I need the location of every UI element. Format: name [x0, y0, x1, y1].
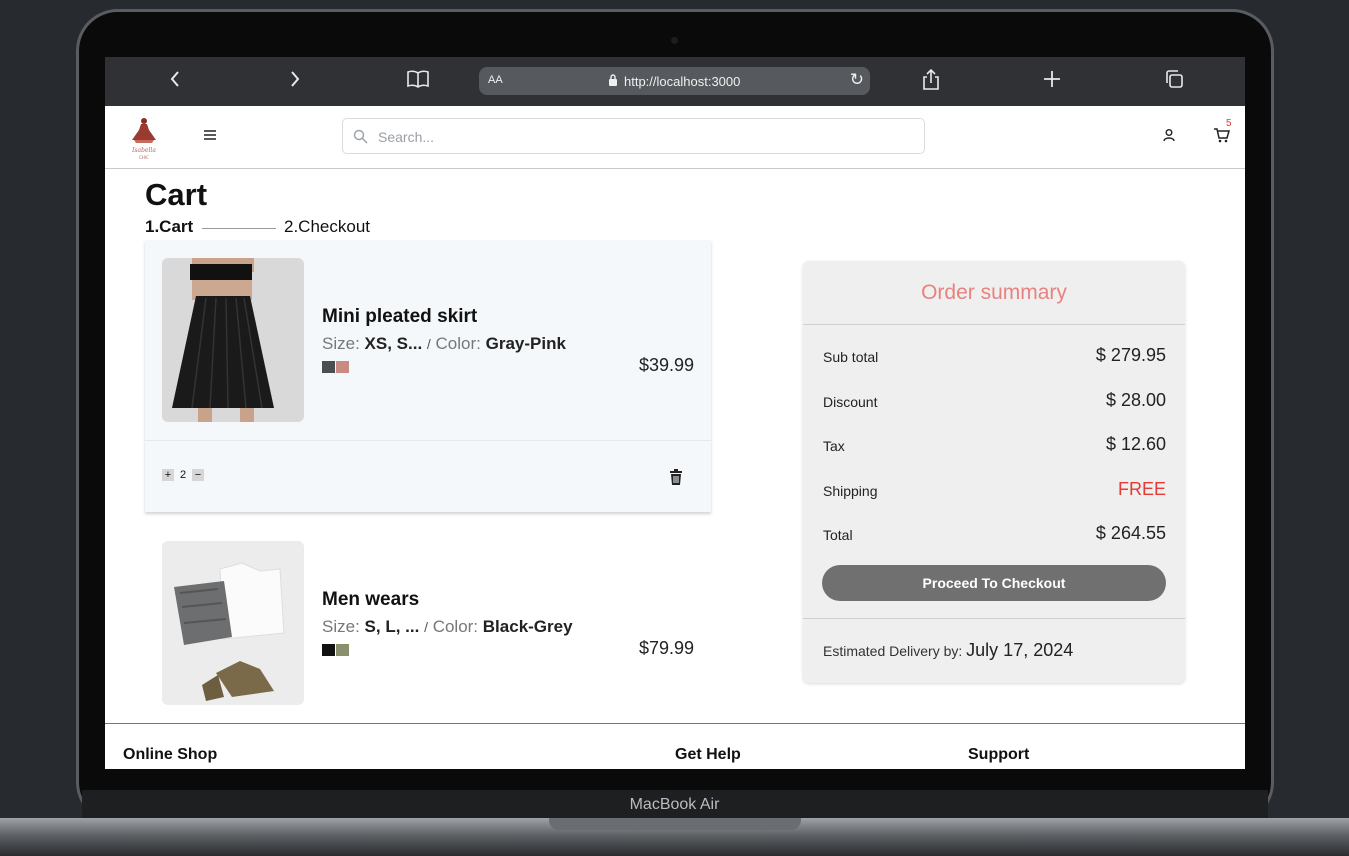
summary-divider [803, 324, 1185, 325]
book-icon [407, 70, 429, 88]
summary-label: Sub total [823, 349, 879, 365]
product-image-men-wears[interactable] [162, 541, 304, 705]
item-meta: Size: XS, S... / Color: Gray-Pink [322, 334, 566, 354]
color-swatch[interactable] [336, 644, 349, 656]
new-tab-button[interactable] [1039, 69, 1065, 93]
screen: AA http://localhost:3000 ↻ Isabella CHIC [105, 57, 1245, 769]
order-summary-card: Order summary Sub total $ 279.95 Discoun… [803, 261, 1185, 683]
item-name[interactable]: Men wears [322, 589, 419, 611]
item-meta: Size: S, L, ... / Color: Black-Grey [322, 617, 573, 637]
browser-toolbar: AA http://localhost:3000 ↻ [105, 57, 1245, 106]
search-icon [353, 129, 368, 144]
brand-logo[interactable]: Isabella CHIC [127, 116, 161, 162]
color-value: Gray-Pink [485, 334, 566, 353]
summary-value: $ 279.95 [1095, 345, 1166, 365]
color-swatch[interactable] [322, 644, 335, 656]
summary-value: $ 28.00 [1105, 390, 1166, 410]
item-price: $39.99 [638, 355, 694, 375]
bookmarks-button[interactable] [405, 69, 431, 93]
summary-label: Discount [823, 394, 878, 410]
size-label: Size: [322, 334, 360, 353]
meta-separator: / [424, 619, 428, 635]
forward-button[interactable] [282, 69, 308, 93]
reload-icon[interactable]: ↻ [850, 70, 864, 90]
svg-text:Isabella: Isabella [131, 147, 156, 154]
color-label: Color: [435, 334, 481, 353]
item-price: $79.99 [638, 638, 694, 658]
summary-row-discount: Discount $ 28.00 [823, 390, 1166, 410]
color-swatch[interactable] [336, 361, 349, 373]
delivery-label: Estimated Delivery by: [823, 643, 963, 659]
color-swatches [322, 643, 350, 661]
cart-item-card: Mini pleated skirt Size: XS, S... / Colo… [145, 240, 711, 512]
summary-value-free: FREE [1117, 479, 1166, 499]
estimated-delivery: Estimated Delivery by: July 17, 2024 [823, 640, 1073, 661]
search-box [342, 118, 925, 154]
chevron-left-icon [170, 71, 179, 87]
step-cart: 1.Cart [145, 217, 194, 236]
summary-row-shipping: Shipping FREE [823, 479, 1166, 499]
quantity-stepper: +2− [162, 469, 204, 482]
summary-label: Total [823, 527, 853, 543]
lock-icon [609, 74, 617, 86]
summary-label: Shipping [823, 483, 878, 499]
footer-heading-online-shop: Online Shop [123, 746, 218, 763]
trash-icon[interactable] [669, 469, 683, 485]
tabs-button[interactable] [1161, 69, 1187, 93]
menu-icon[interactable] [203, 128, 217, 142]
search-input[interactable] [378, 127, 898, 147]
proceed-to-checkout-button[interactable]: Proceed To Checkout [822, 565, 1166, 601]
user-icon[interactable] [1162, 128, 1176, 142]
increase-quantity-button[interactable]: + [162, 469, 174, 482]
summary-divider [803, 618, 1185, 619]
laptop-notch [549, 818, 801, 830]
device-brand: MacBook Air [629, 796, 720, 813]
cart-count-badge: 5 [1226, 118, 1232, 129]
site-footer: Online Shop Get Help Support [105, 723, 1245, 769]
footer-heading-get-help: Get Help [675, 746, 741, 763]
back-button[interactable] [162, 69, 188, 93]
step-connector [202, 228, 276, 229]
share-icon [923, 68, 939, 90]
decrease-quantity-button[interactable]: − [192, 469, 204, 482]
summary-row-subtotal: Sub total $ 279.95 [823, 345, 1166, 365]
share-button[interactable] [918, 68, 944, 93]
camera [671, 37, 678, 44]
delivery-date: July 17, 2024 [966, 640, 1074, 660]
url-text: http://localhost:3000 [624, 74, 741, 89]
reader-aa-button[interactable]: AA [488, 74, 503, 86]
product-image-skirt[interactable] [162, 258, 304, 422]
summary-value: $ 12.60 [1105, 434, 1166, 454]
address-bar[interactable]: AA http://localhost:3000 ↻ [479, 67, 870, 95]
tabs-icon [1166, 70, 1183, 88]
size-value: XS, S... [364, 334, 423, 353]
item-divider [145, 440, 711, 441]
svg-text:CHIC: CHIC [139, 155, 149, 160]
meta-separator: / [426, 336, 431, 352]
quantity-value: 2 [179, 469, 187, 482]
summary-row-total: Total $ 264.55 [823, 523, 1166, 543]
cart-icon[interactable] [1213, 127, 1230, 143]
step-checkout: 2.Checkout [284, 217, 370, 236]
footer-heading-support: Support [968, 746, 1030, 763]
chevron-right-icon [291, 71, 300, 87]
color-swatches [322, 360, 350, 378]
size-value: S, L, ... [364, 617, 420, 636]
color-value: Black-Grey [482, 617, 573, 636]
summary-row-tax: Tax $ 12.60 [823, 434, 1166, 454]
site-header: Isabella CHIC 5 [105, 106, 1245, 169]
order-summary-title: Order summary [921, 281, 1067, 304]
color-swatch[interactable] [322, 361, 335, 373]
summary-label: Tax [823, 438, 845, 454]
color-label: Color: [432, 617, 479, 636]
plus-icon [1044, 71, 1060, 87]
size-label: Size: [322, 617, 360, 636]
summary-value: $ 264.55 [1095, 523, 1166, 543]
page-title: Cart [145, 177, 208, 212]
item-name[interactable]: Mini pleated skirt [322, 306, 477, 328]
